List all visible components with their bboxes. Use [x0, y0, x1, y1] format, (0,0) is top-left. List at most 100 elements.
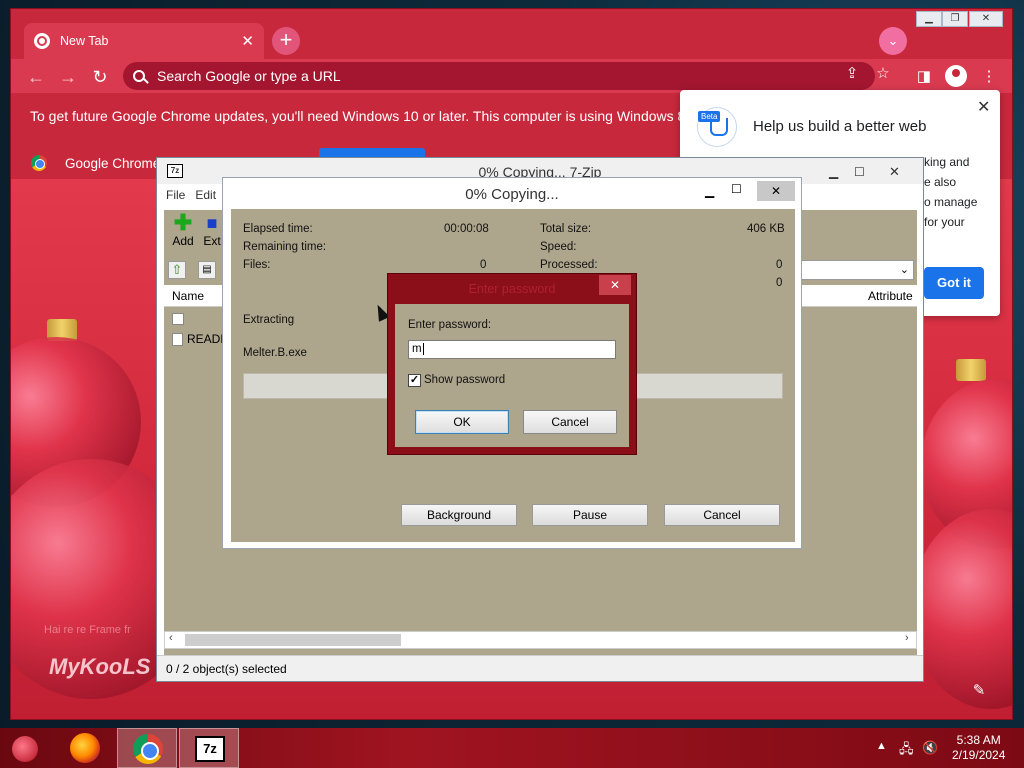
- remaining-label: Remaining time:: [243, 241, 327, 253]
- password-prompt: Enter password:: [408, 319, 492, 331]
- menu-edit[interactable]: Edit: [195, 188, 216, 206]
- show-password-label[interactable]: Show password: [424, 374, 505, 386]
- files-label: Files:: [243, 259, 271, 271]
- file-row-icon[interactable]: [172, 313, 184, 325]
- taskbar: 7z ▲ 🖧 🔇 5:38 AM 2/19/2024: [0, 728, 1024, 768]
- scroll-right-icon[interactable]: ›: [905, 632, 909, 644]
- cancel-button[interactable]: Cancel: [523, 410, 617, 434]
- tab-new-tab[interactable]: New Tab ✕: [24, 23, 264, 59]
- copying-close-button[interactable]: ✕: [757, 181, 795, 201]
- watermark-small: Hai re re Frame fr: [44, 624, 131, 636]
- elapsed-value: 00:00:08: [444, 223, 489, 235]
- search-icon: [133, 70, 145, 82]
- background-button[interactable]: Background: [401, 504, 517, 526]
- network-icon[interactable]: 🖧: [899, 740, 914, 762]
- sevenzip-menubar: File Edit: [166, 188, 216, 206]
- copying-title: 0% Copying...: [465, 186, 559, 203]
- sevenzip-logo-icon: 7z: [167, 164, 183, 178]
- processed-label: Processed:: [540, 259, 598, 271]
- beta-popup-close-icon[interactable]: ✕: [977, 97, 990, 117]
- add-label: Add: [172, 234, 194, 248]
- extract-button[interactable]: ■ Ext: [202, 212, 222, 252]
- maximize-button[interactable]: ❐: [942, 11, 968, 27]
- start-ornament-icon: [12, 736, 38, 762]
- status-bar: 0 / 2 object(s) selected: [157, 655, 923, 681]
- side-panel-icon[interactable]: ◨: [914, 67, 934, 87]
- profile-avatar[interactable]: [945, 65, 967, 87]
- customize-pencil-icon[interactable]: ✎: [969, 681, 989, 701]
- chrome-favicon-icon: [34, 33, 50, 49]
- taskbar-firefox[interactable]: [55, 728, 115, 768]
- chrome-icon: [133, 734, 163, 764]
- beta-popup-line: o manage: [924, 195, 978, 209]
- extract-label: Ext: [203, 234, 221, 248]
- start-button[interactable]: [0, 728, 60, 768]
- forward-icon[interactable]: →: [57, 66, 79, 88]
- pause-button[interactable]: Pause: [532, 504, 648, 526]
- menu-kebab-icon[interactable]: ⋮: [979, 67, 999, 87]
- close-button[interactable]: ✕: [969, 11, 1003, 27]
- new-tab-button[interactable]: +: [272, 27, 300, 55]
- clock-date: 2/19/2024: [952, 748, 1006, 762]
- firefox-icon: [70, 733, 100, 763]
- watermark-text: MyKooLS: [49, 654, 151, 679]
- chrome-toolbar: ← → ↻ Search Google or type a URL ⇪ ☆ ◨ …: [11, 59, 1012, 93]
- taskbar-chrome[interactable]: [117, 728, 177, 768]
- extra-value: 0: [776, 277, 783, 289]
- tab-title: New Tab: [60, 34, 109, 48]
- omnibox[interactable]: Search Google or type a URL: [123, 62, 875, 90]
- copying-maximize-button[interactable]: ☐: [731, 182, 742, 196]
- sevenzip-taskbar-icon: 7z: [195, 736, 225, 762]
- password-dialog-body: Enter password: m ✓ Show password OK Can…: [395, 304, 629, 447]
- sevenzip-close-button[interactable]: ✕: [889, 158, 900, 186]
- sevenzip-maximize-button[interactable]: ☐: [854, 158, 865, 186]
- tab-close-icon[interactable]: ✕: [241, 32, 254, 50]
- total-size-label: Total size:: [540, 223, 592, 235]
- tray-overflow-icon[interactable]: ▲: [876, 740, 887, 752]
- share-icon[interactable]: ⇪: [843, 65, 861, 83]
- file-name-label: Melter.B.exe: [243, 347, 307, 359]
- add-plus-icon: ✚: [173, 210, 193, 235]
- minimize-button[interactable]: ▁: [916, 11, 942, 27]
- files-value: 0: [480, 259, 487, 271]
- password-dialog: Enter password ✕ Enter password: m ✓ Sho…: [387, 273, 637, 455]
- ok-button[interactable]: OK: [415, 410, 509, 434]
- taskbar-7zip[interactable]: 7z: [179, 728, 239, 768]
- tab-search-icon[interactable]: ⌄: [879, 27, 907, 55]
- bookmark-star-icon[interactable]: ☆: [874, 65, 892, 83]
- total-size-value: 406 KB: [747, 223, 785, 235]
- chevron-down-icon: ⌄: [899, 264, 909, 276]
- password-input-value: m: [412, 343, 422, 355]
- column-name[interactable]: Name: [172, 289, 204, 303]
- reload-icon[interactable]: ↻: [89, 66, 111, 88]
- sevenzip-minimize-button[interactable]: ▁: [829, 158, 838, 186]
- got-it-button[interactable]: Got it: [924, 267, 984, 299]
- folder-up-icon[interactable]: ⇧: [168, 261, 186, 279]
- action-label: Extracting: [243, 314, 295, 326]
- bookmark-google-chrome[interactable]: Google Chrome: [31, 155, 160, 171]
- clock-time: 5:38 AM: [956, 733, 1001, 747]
- menu-file[interactable]: File: [166, 188, 185, 206]
- speed-label: Speed:: [540, 241, 577, 253]
- password-input[interactable]: m: [408, 340, 616, 359]
- volume-muted-icon[interactable]: 🔇: [922, 740, 938, 756]
- view-toggle-icon[interactable]: ▤: [198, 261, 216, 279]
- password-dialog-close-button[interactable]: ✕: [599, 275, 631, 295]
- scroll-left-icon[interactable]: ‹: [169, 632, 173, 644]
- status-text: 0 / 2 object(s) selected: [166, 662, 287, 676]
- back-icon[interactable]: ←: [25, 66, 47, 88]
- taskbar-clock[interactable]: 5:38 AM 2/19/2024: [952, 733, 1005, 763]
- add-button[interactable]: ✚ Add: [168, 212, 198, 252]
- beta-tag: Beta: [698, 111, 721, 122]
- ornament-cap-right: [956, 359, 986, 381]
- horizontal-scrollbar[interactable]: ‹ ›: [164, 631, 917, 649]
- bookmark-label: Google Chrome: [65, 155, 161, 171]
- column-attributes[interactable]: Attribute: [868, 289, 913, 303]
- extract-icon: ■: [206, 213, 218, 233]
- show-password-checkbox[interactable]: ✓: [408, 374, 421, 387]
- copying-minimize-button[interactable]: ▁: [705, 184, 714, 198]
- table-row[interactable]: READN: [172, 332, 229, 346]
- cancel-copy-button[interactable]: Cancel: [664, 504, 780, 526]
- processed-value: 0: [776, 259, 783, 271]
- scrollbar-thumb[interactable]: [185, 634, 401, 646]
